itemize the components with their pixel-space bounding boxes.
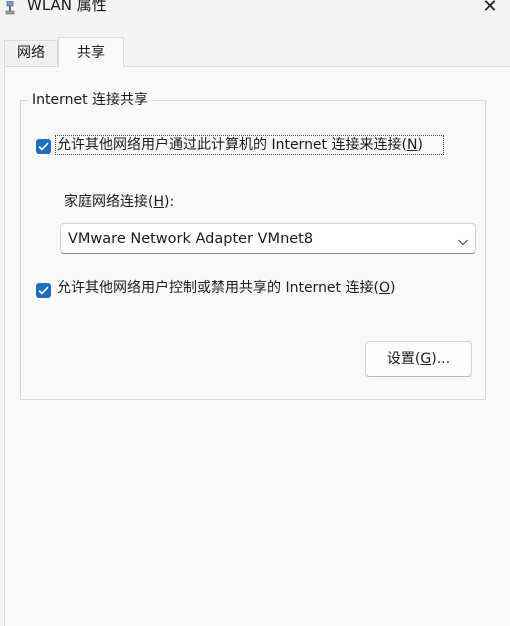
title-bar: WLAN 属性 ✕ (0, 0, 510, 22)
home-network-label: 家庭网络连接(H): (64, 193, 174, 211)
home-network-label-text: 家庭网络连接( (64, 194, 154, 210)
allow-control-label-end: ) (389, 280, 396, 296)
settings-button[interactable]: 设置(G)... (365, 341, 472, 377)
tab-sharing-label: 共享 (77, 44, 105, 61)
allow-control-label-text: 允许其他网络用户控制或禁用共享的 Internet 连接( (57, 280, 379, 296)
allow-control-label[interactable]: 允许其他网络用户控制或禁用共享的 Internet 连接(O) (57, 279, 395, 297)
tab-network[interactable]: 网络 (4, 40, 58, 65)
tab-sharing[interactable]: 共享 (58, 37, 124, 67)
home-network-selected-value: VMware Network Adapter VMnet8 (68, 231, 314, 247)
home-network-accel-key: H (153, 194, 164, 210)
home-network-select[interactable]: VMware Network Adapter VMnet8 (60, 223, 476, 254)
settings-label-end: )... (431, 351, 451, 367)
checkmark-icon (38, 286, 49, 295)
close-icon: ✕ (482, 0, 498, 17)
close-button[interactable]: ✕ (470, 0, 510, 18)
allow-share-label[interactable]: 允许其他网络用户通过此计算机的 Internet 连接来连接(N) (57, 136, 423, 154)
window-title: WLAN 属性 (27, 0, 107, 14)
tab-network-label: 网络 (17, 45, 45, 61)
allow-share-label-end: ) (417, 137, 423, 153)
group-title: Internet 连接共享 (28, 92, 153, 108)
settings-label-text: 设置( (386, 351, 421, 367)
chevron-down-icon (457, 233, 469, 246)
allow-share-checkbox[interactable] (36, 139, 51, 154)
checkmark-icon (38, 142, 49, 151)
home-network-label-end: ): (164, 194, 175, 210)
allow-share-accel-key: N (406, 137, 418, 153)
allow-share-label-text: 允许其他网络用户通过此计算机的 Internet 连接来连接( (57, 137, 407, 153)
settings-accel-key: G (420, 351, 432, 367)
allow-control-checkbox[interactable] (36, 283, 51, 298)
network-adapter-icon (4, 0, 16, 15)
allow-control-accel-key: O (378, 280, 390, 296)
